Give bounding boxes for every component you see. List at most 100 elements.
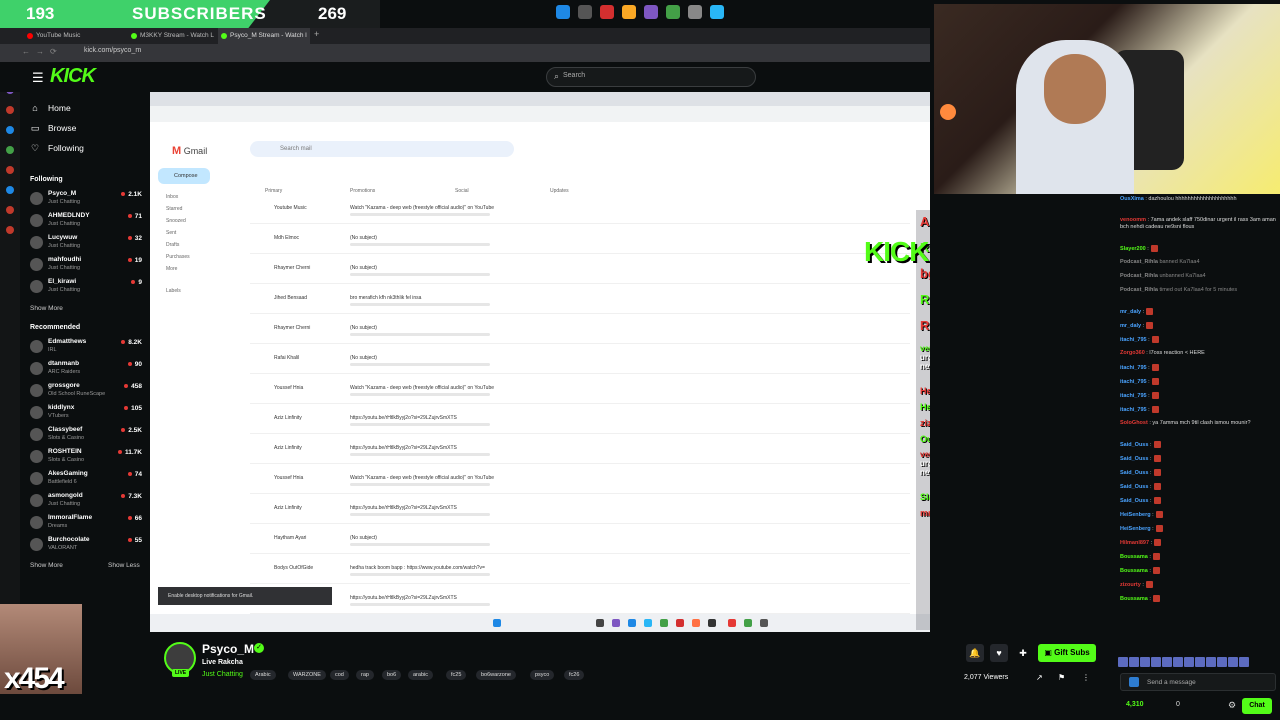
- extension-icon[interactable]: [6, 206, 14, 214]
- gear-icon[interactable]: ⚙: [1228, 700, 1236, 711]
- stream-tag[interactable]: fc26: [564, 670, 585, 680]
- sidebar-channel-item[interactable]: El_kirawi Just Chatting 9: [30, 277, 142, 297]
- emote-icon[interactable]: [1239, 657, 1249, 667]
- hamburger-menu-icon[interactable]: ☰: [32, 70, 44, 86]
- chat-username[interactable]: Boussama: [1120, 596, 1148, 602]
- nav-following[interactable]: ♡ Following: [30, 140, 84, 156]
- emote-icon[interactable]: [1140, 657, 1150, 667]
- chat-username[interactable]: Said_Ouss: [1120, 470, 1148, 476]
- stream-category[interactable]: Just Chatting: [202, 671, 243, 678]
- chat-username[interactable]: SoloGhost: [1120, 420, 1148, 426]
- nav-home[interactable]: ⌂ Home: [30, 100, 70, 116]
- sidebar-channel-item[interactable]: ROSHTEIN Slots & Casino 11.7K: [30, 447, 142, 467]
- chat-username[interactable]: OusXima: [1120, 196, 1144, 202]
- sidebar-channel-item[interactable]: ImmoralFlame Dreams 66: [30, 513, 142, 533]
- emote-icon[interactable]: [1184, 657, 1194, 667]
- stream-tag[interactable]: rap: [356, 670, 374, 680]
- sidebar-channel-item[interactable]: kiddlynx VTubers 105: [30, 403, 142, 423]
- sidebar-channel-item[interactable]: Classybeef Slots & Casino 2.5K: [30, 425, 142, 445]
- channel-name[interactable]: Psyco_M: [202, 642, 254, 656]
- sidebar-channel-item[interactable]: asmongold Just Chatting 7.3K: [30, 491, 142, 511]
- emote-icon[interactable]: [1151, 657, 1161, 667]
- chat-username[interactable]: Boussama: [1120, 554, 1148, 560]
- nav-browse[interactable]: ▭ Browse: [30, 120, 77, 136]
- extension-icon[interactable]: [6, 186, 14, 194]
- nav-buttons[interactable]: ←→⟳: [22, 47, 63, 56]
- recommended-show-less[interactable]: Show Less: [108, 562, 140, 569]
- extension-icon[interactable]: [6, 166, 14, 174]
- emote-icon[interactable]: [1206, 657, 1216, 667]
- search-icon[interactable]: [578, 5, 592, 19]
- new-tab-button[interactable]: +: [314, 29, 319, 39]
- chat-username[interactable]: itachi_795: [1120, 393, 1147, 399]
- stream-tag[interactable]: psyco: [530, 670, 555, 680]
- chat-username[interactable]: Said_Ouss: [1120, 456, 1148, 462]
- chat-username[interactable]: Podcast_Rihla: [1120, 259, 1158, 265]
- chat-username[interactable]: mr_daly: [1120, 323, 1141, 329]
- chat-username[interactable]: itachi_795: [1120, 407, 1147, 413]
- chat-username[interactable]: Podcast_Rihla: [1120, 273, 1158, 279]
- windows-icon[interactable]: [556, 5, 570, 19]
- kick-app-icon[interactable]: [666, 5, 680, 19]
- sidebar-channel-item[interactable]: AHMEDLNDY Just Chatting 71: [30, 211, 142, 231]
- gift-subs-button[interactable]: ▣ Gift Subs: [1038, 644, 1096, 662]
- chat-username[interactable]: mr_daly: [1120, 309, 1141, 315]
- chat-username[interactable]: Said_Ouss: [1120, 498, 1148, 504]
- channel-points[interactable]: 4,310: [1126, 701, 1144, 708]
- kick-logo[interactable]: KICK: [50, 65, 96, 88]
- stream-tag[interactable]: WARZONE: [288, 670, 326, 680]
- following-show-more[interactable]: Show More: [30, 305, 63, 312]
- clip-icon[interactable]: ✚: [1014, 644, 1032, 662]
- obs-icon[interactable]: [688, 5, 702, 19]
- more-icon[interactable]: ⋮: [1082, 673, 1090, 682]
- browser-tab-m3kky[interactable]: M3KKY Stream - Watch L: [128, 28, 216, 44]
- emote-icon[interactable]: [1217, 657, 1227, 667]
- chat-username[interactable]: Podcast_Rihla: [1120, 287, 1158, 293]
- chat-username[interactable]: Said_Ouss: [1120, 484, 1148, 490]
- browser-tab-psyco[interactable]: Psyco_M Stream - Watch l: [218, 28, 310, 44]
- emote-icon[interactable]: [1195, 657, 1205, 667]
- chat-username[interactable]: Boussama: [1120, 568, 1148, 574]
- chat-username[interactable]: Slayer200: [1120, 246, 1146, 252]
- chat-username[interactable]: Hilmanl897: [1120, 540, 1149, 546]
- bell-icon[interactable]: 🔔: [966, 644, 984, 662]
- chat-username[interactable]: Zorgo360: [1120, 350, 1145, 356]
- follow-heart-icon[interactable]: ♥: [990, 644, 1008, 662]
- search-input[interactable]: ⌕ Search: [546, 67, 756, 87]
- sidebar-channel-item[interactable]: Psyco_M Just Chatting 2.1K: [30, 189, 142, 209]
- sidebar-channel-item[interactable]: Edmatthews IRL 8.2K: [30, 337, 142, 357]
- stream-tag[interactable]: bo6: [382, 670, 402, 680]
- sidebar-channel-item[interactable]: dtanmanb ARC Raiders 90: [30, 359, 142, 379]
- telegram-icon[interactable]: [710, 5, 724, 19]
- sidebar-channel-item[interactable]: Lucywuw Just Chatting 32: [30, 233, 142, 253]
- sidebar-channel-item[interactable]: AkesGaming Battlefield 6 74: [30, 469, 142, 489]
- extension-icon[interactable]: [6, 146, 14, 154]
- stream-tag[interactable]: cod: [330, 670, 349, 680]
- extension-icon[interactable]: [6, 226, 14, 234]
- emote-icon[interactable]: [1228, 657, 1238, 667]
- emote-icon[interactable]: [1173, 657, 1183, 667]
- extension-icon[interactable]: [6, 106, 14, 114]
- stream-video-player[interactable]: M Gmail Search mail Compose Inbox Starred…: [150, 92, 930, 632]
- chat-username[interactable]: HeiSenberg: [1120, 526, 1151, 532]
- emote-icon[interactable]: [1129, 657, 1139, 667]
- chat-emote-bar[interactable]: [1118, 654, 1274, 667]
- chat-username[interactable]: itachi_795: [1120, 337, 1147, 343]
- folder-icon[interactable]: [622, 5, 636, 19]
- report-flag-icon[interactable]: ⚑: [1058, 673, 1065, 682]
- chat-username[interactable]: venoomm: [1120, 217, 1146, 223]
- stream-tag[interactable]: fc25: [446, 670, 467, 680]
- url-text[interactable]: kick.com/psyco_m: [84, 47, 141, 54]
- stream-tag[interactable]: bo6warzone: [476, 670, 516, 680]
- chat-username[interactable]: zizourty: [1120, 582, 1141, 588]
- emote-icon[interactable]: [1118, 657, 1128, 667]
- chat-username[interactable]: itachi_795: [1120, 365, 1147, 371]
- browser-tab-youtube-music[interactable]: YouTube Music: [24, 28, 124, 44]
- chat-username[interactable]: itachi_795: [1120, 379, 1147, 385]
- sidebar-channel-item[interactable]: Burchocolate VALORANT 55: [30, 535, 142, 555]
- share-icon[interactable]: ↗: [1036, 673, 1043, 682]
- opera-icon[interactable]: [600, 5, 614, 19]
- emote-picker-icon[interactable]: [1129, 677, 1139, 687]
- emote-icon[interactable]: [1162, 657, 1172, 667]
- recommended-show-more[interactable]: Show More: [30, 562, 63, 569]
